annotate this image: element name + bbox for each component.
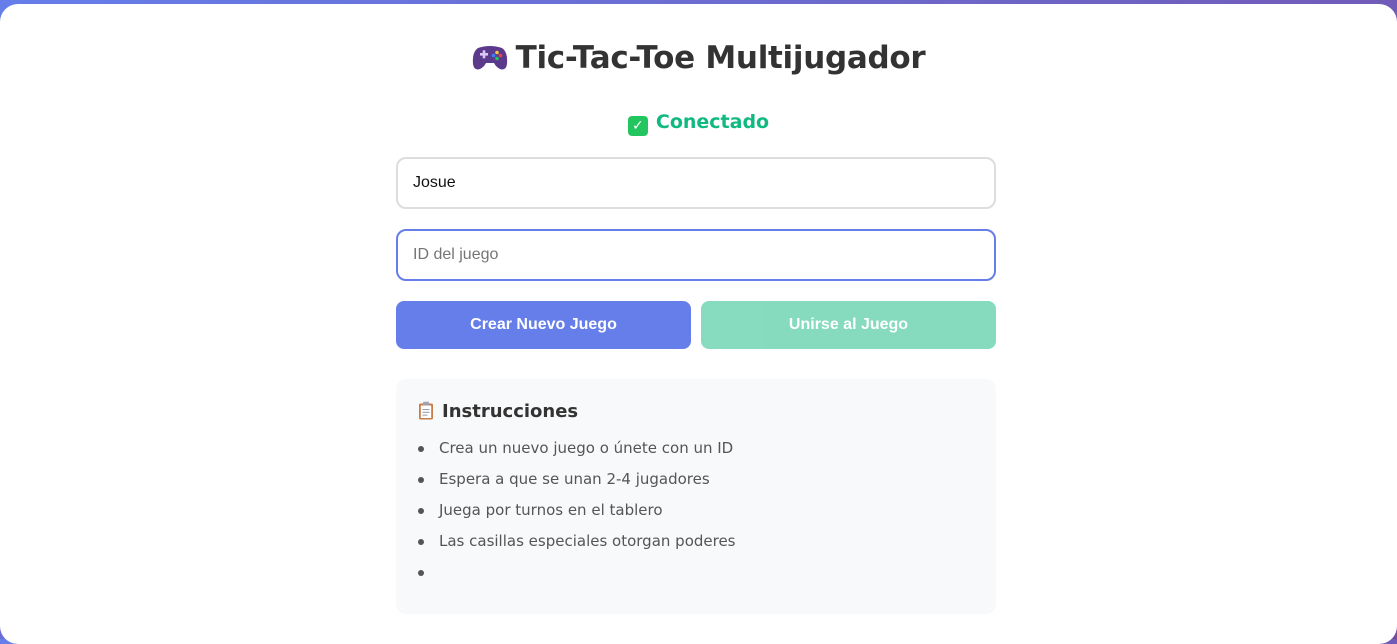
gamepad-icon <box>472 46 507 70</box>
game-id-input[interactable] <box>396 229 996 281</box>
join-game-button[interactable]: Unirse al Juego <box>701 301 996 349</box>
clipboard-icon <box>419 401 433 420</box>
list-item: Juega por turnos en el tablero <box>418 500 974 531</box>
page-title: Tic-Tac-Toe Multijugador <box>0 40 1397 76</box>
page-title-text: Tic-Tac-Toe Multijugador <box>515 40 926 76</box>
instructions-list: Crea un nuevo juego o únete con un ID Es… <box>418 438 974 593</box>
connection-status: ✓ Conectado <box>0 111 1397 136</box>
main-card: Tic-Tac-Toe Multijugador ✓ Conectado Crea… <box>0 4 1397 644</box>
list-item: Espera a que se unan 2-4 jugadores <box>418 469 974 500</box>
instructions-title: Instrucciones <box>442 401 579 422</box>
connection-status-text: Conectado <box>655 111 770 133</box>
player-name-input[interactable] <box>396 157 996 209</box>
check-icon: ✓ <box>627 116 648 136</box>
instructions-heading: Instrucciones <box>418 401 974 422</box>
instructions-panel: Instrucciones Crea un nuevo juego o únet… <box>396 379 996 614</box>
list-item: Crea un nuevo juego o únete con un ID <box>418 438 974 469</box>
list-item: Las casillas especiales otorgan poderes <box>418 531 974 562</box>
list-item <box>418 562 974 593</box>
create-game-button[interactable]: Crear Nuevo Juego <box>396 301 691 349</box>
